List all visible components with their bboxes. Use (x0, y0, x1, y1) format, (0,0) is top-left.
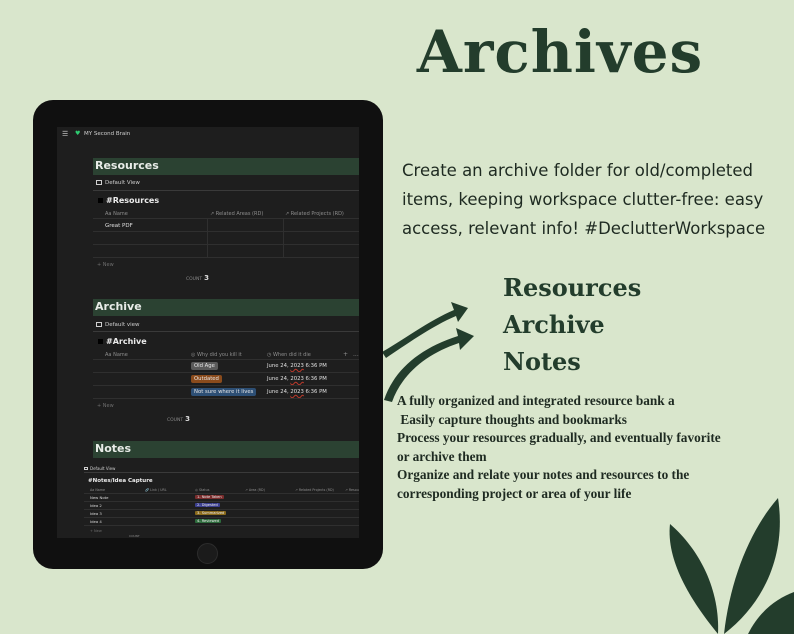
notion-screen: ☰ ♥ MY Second Brain Resources Default Vi… (57, 127, 359, 538)
column-header-resources[interactable]: ↗ Resou (345, 488, 359, 492)
description-line: or archive them (397, 448, 487, 464)
notes-section-title: Notes (95, 442, 132, 455)
date-value: June 24, 2023 6:36 PM (267, 363, 327, 369)
table-border (93, 218, 359, 219)
table-border (93, 231, 359, 232)
date-value: June 24, 2023 6:36 PM (267, 376, 327, 382)
notes-section-bar (93, 441, 359, 458)
table-border (93, 257, 359, 258)
lower-arrow-icon (384, 328, 474, 402)
description-line: Process your resources gradually, and ev… (397, 430, 721, 445)
table-border (93, 372, 359, 373)
database-icon (98, 339, 103, 344)
status-badge[interactable]: Old Age (191, 362, 218, 370)
leaves-decoration-icon (669, 498, 794, 634)
table-border (84, 493, 359, 494)
feature-notes: Notes (503, 347, 581, 376)
archive-view-tab[interactable]: Default view (96, 322, 140, 328)
curved-arrows-icon (382, 302, 474, 402)
column-header-related-projects[interactable]: ↗ Related Projects (RD) (295, 488, 334, 492)
feature-resources: Resources (503, 273, 642, 302)
column-header-name[interactable]: Aa Name (105, 211, 128, 217)
status-badge[interactable]: 4- Reviewed (195, 519, 222, 523)
status-badge[interactable]: 2- Digested (195, 503, 220, 507)
leaf-left-icon (669, 524, 719, 634)
notes-view-tab[interactable]: Default View (84, 466, 115, 471)
column-header-name[interactable]: Aa Name (105, 352, 128, 358)
new-row-button[interactable]: + New (97, 403, 114, 409)
resources-view-tab[interactable]: Default View (96, 180, 140, 186)
column-header-status[interactable]: ◎ Status (195, 488, 209, 492)
table-border (84, 525, 359, 526)
table-border (93, 385, 359, 386)
column-header-related-areas[interactable]: ↗ Related Areas (RD) (210, 211, 263, 217)
count-footer: COUNT (129, 534, 140, 538)
table-row[interactable]: Idea 3 (90, 511, 102, 516)
add-column-button[interactable]: + (343, 351, 348, 358)
table-border (283, 218, 284, 257)
table-border (93, 398, 359, 399)
count-footer: COUNT 3 (186, 274, 209, 282)
archive-section-title: Archive (95, 300, 142, 313)
column-header-date[interactable]: ◷ When did it die (267, 352, 311, 358)
description-line: Easily capture thoughts and bookmarks (397, 411, 627, 427)
workspace-title[interactable]: MY Second Brain (84, 131, 130, 137)
new-row-button[interactable]: + New (97, 262, 114, 268)
table-view-icon (96, 180, 102, 185)
feature-archive: Archive (503, 310, 605, 339)
resources-section-title: Resources (95, 159, 159, 172)
table-border (93, 359, 359, 360)
new-row-button[interactable]: + New (90, 529, 102, 533)
table-border (84, 501, 359, 502)
status-badge[interactable]: 3- Summarized (195, 511, 227, 515)
green-heart-icon: ♥ (75, 130, 81, 137)
column-header-name[interactable]: Aa Name (90, 488, 105, 492)
column-header-related-projects[interactable]: ↗ Related Projects (RD) (285, 211, 344, 217)
table-border (84, 509, 359, 510)
table-row[interactable]: Idea 4 (90, 519, 102, 524)
tablet-home-button[interactable] (197, 543, 218, 564)
table-row[interactable]: Great PDF (105, 223, 133, 229)
resources-db-title[interactable]: #Resources (98, 196, 159, 205)
date-value: June 24, 2023 6:36 PM (267, 389, 327, 395)
table-border (207, 218, 208, 257)
archive-db-title[interactable]: #Archive (98, 337, 147, 346)
table-view-icon (96, 322, 102, 327)
count-footer: COUNT 3 (167, 415, 190, 423)
status-badge[interactable]: Not sure where it lives (191, 388, 257, 396)
status-badge[interactable]: Outdated (191, 375, 222, 383)
more-options-button[interactable]: ... (353, 351, 359, 358)
divider (93, 190, 359, 191)
table-row[interactable]: New Note (90, 495, 108, 500)
status-badge[interactable]: 1- Note Taken (195, 495, 224, 499)
divider (84, 472, 359, 473)
hamburger-icon[interactable]: ☰ (62, 130, 68, 138)
divider (93, 331, 359, 332)
tagline: Create an archive folder for old/complet… (402, 161, 766, 238)
table-border (84, 517, 359, 518)
database-icon (98, 198, 103, 203)
notes-db-title[interactable]: #Notes/Idea Capture (88, 478, 153, 484)
column-header-area[interactable]: ↗ Area (RD) (245, 488, 265, 492)
column-header-link[interactable]: 🔗 Link / URL (145, 488, 167, 492)
headline: Archives (416, 18, 704, 86)
table-row[interactable]: Idea 2 (90, 503, 102, 508)
upper-arrow-icon (382, 302, 468, 358)
column-header-reason[interactable]: ◎ Why did you kill it (191, 352, 242, 358)
table-border (93, 244, 359, 245)
